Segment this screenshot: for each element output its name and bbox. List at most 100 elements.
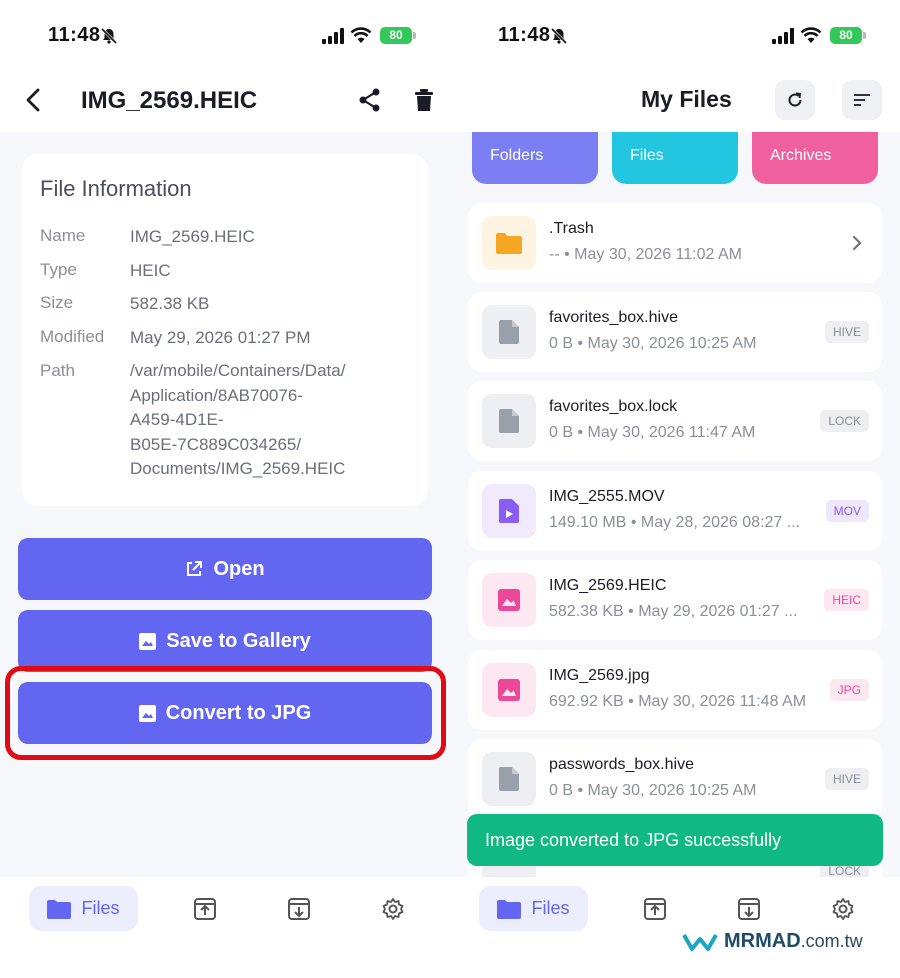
bell-muted-icon bbox=[100, 27, 118, 45]
info-value-name: IMG_2569.HEIC bbox=[130, 227, 255, 246]
folder-icon bbox=[496, 233, 522, 254]
battery-indicator: 80 bbox=[830, 27, 862, 44]
archive-download-icon[interactable] bbox=[737, 897, 761, 921]
file-name: IMG_2569.jpg bbox=[549, 667, 650, 684]
settings-gear-icon[interactable] bbox=[381, 897, 405, 921]
nav-files-tab[interactable]: Files bbox=[29, 886, 138, 931]
status-bar: 11:48 80 bbox=[0, 0, 450, 70]
file-type-badge: MOV bbox=[825, 500, 869, 522]
file-name: .Trash bbox=[549, 220, 594, 237]
file-meta: 0 B • May 30, 2026 10:25 AM bbox=[549, 335, 757, 352]
info-label-path: Path bbox=[40, 361, 75, 380]
list-item-jpg-image[interactable]: IMG_2569.jpg 692.92 KB • May 30, 2026 11… bbox=[468, 650, 882, 730]
file-type-badge: HIVE bbox=[824, 321, 869, 343]
video-icon-tile bbox=[482, 484, 536, 538]
info-label-size: Size bbox=[40, 293, 74, 312]
watermark-brand: MRMAD bbox=[724, 930, 801, 952]
nav-files-tab[interactable]: Files bbox=[479, 886, 588, 931]
document-icon bbox=[499, 409, 519, 433]
status-bar: 11:48 80 bbox=[450, 0, 900, 70]
open-button[interactable]: Open bbox=[18, 538, 432, 600]
battery-indicator: 80 bbox=[380, 27, 412, 44]
battery-tip bbox=[413, 32, 416, 39]
file-name: IMG_2569.HEIC bbox=[549, 577, 667, 594]
my-files-screen: ▪ Folders Files Archives 11:48 80 My Fil… bbox=[450, 0, 900, 978]
file-type-badge: HIVE bbox=[824, 768, 869, 790]
image-icon bbox=[139, 632, 157, 650]
document-icon-tile bbox=[482, 305, 536, 359]
cellular-signal-icon bbox=[772, 28, 794, 44]
share-icon[interactable] bbox=[356, 86, 384, 114]
list-item-favorites-lock[interactable]: favorites_box.lock 0 B • May 30, 2026 11… bbox=[468, 381, 882, 461]
document-icon bbox=[499, 767, 519, 791]
card-title: File Information bbox=[40, 176, 192, 201]
settings-gear-icon[interactable] bbox=[831, 897, 855, 921]
file-meta: -- • May 30, 2026 11:02 AM bbox=[549, 246, 742, 263]
file-type-badge: LOCK bbox=[820, 410, 869, 432]
document-icon-tile bbox=[482, 752, 536, 806]
wifi-icon bbox=[800, 27, 822, 43]
open-button-label: Open bbox=[213, 557, 265, 580]
refresh-button[interactable] bbox=[775, 80, 815, 120]
image-icon-tile bbox=[482, 663, 536, 717]
list-item-trash-folder[interactable]: .Trash -- • May 30, 2026 11:02 AM bbox=[468, 203, 882, 283]
folder-icon bbox=[497, 899, 522, 919]
info-label-modified: Modified bbox=[40, 327, 105, 346]
archive-upload-icon[interactable] bbox=[193, 897, 217, 921]
watermark-text: MRMAD.com.tw bbox=[724, 930, 863, 953]
file-name: passwords_box.hive bbox=[549, 756, 694, 773]
file-meta: 149.10 MB • May 28, 2026 08:27 ... bbox=[549, 514, 801, 531]
app-header: My Files bbox=[450, 70, 900, 132]
info-label-type: Type bbox=[40, 260, 77, 279]
info-value-type: HEIC bbox=[130, 261, 171, 280]
archive-download-icon[interactable] bbox=[287, 897, 311, 921]
list-item-heic-image[interactable]: IMG_2569.HEIC 582.38 KB • May 29, 2026 0… bbox=[468, 560, 882, 640]
image-icon-tile bbox=[482, 573, 536, 627]
file-meta: 582.38 KB • May 29, 2026 01:27 ... bbox=[549, 603, 798, 620]
list-item-mov-video[interactable]: IMG_2555.MOV 149.10 MB • May 28, 2026 08… bbox=[468, 471, 882, 551]
external-link-icon bbox=[187, 561, 203, 576]
trash-icon[interactable] bbox=[410, 86, 438, 114]
file-type-badge: HEIC bbox=[824, 589, 869, 611]
sort-button[interactable] bbox=[842, 80, 882, 120]
video-file-icon bbox=[499, 499, 519, 523]
watermark-domain: .com.tw bbox=[800, 931, 863, 951]
image-icon bbox=[498, 589, 520, 611]
bottom-nav: Files bbox=[450, 877, 900, 978]
folder-icon-tile bbox=[482, 216, 536, 270]
folder-icon bbox=[47, 899, 72, 919]
sort-icon bbox=[854, 94, 870, 106]
nav-files-label: Files bbox=[531, 898, 570, 918]
highlight-outline bbox=[5, 666, 446, 760]
archive-upload-icon[interactable] bbox=[643, 897, 667, 921]
save-to-gallery-button[interactable]: Save to Gallery bbox=[18, 610, 432, 672]
file-meta: 692.92 KB • May 30, 2026 11:48 AM bbox=[549, 693, 807, 710]
list-item-passwords-hive[interactable]: passwords_box.hive 0 B • May 30, 2026 10… bbox=[468, 739, 882, 819]
bell-muted-icon bbox=[550, 27, 568, 45]
status-time: 11:48 bbox=[48, 24, 101, 46]
app-header: IMG_2569.HEIC bbox=[0, 70, 450, 132]
nav-files-label: Files bbox=[81, 898, 120, 918]
info-label-name: Name bbox=[40, 226, 86, 245]
save-button-label: Save to Gallery bbox=[166, 629, 311, 652]
status-time: 11:48 bbox=[498, 24, 551, 46]
list-item-favorites-hive[interactable]: favorites_box.hive 0 B • May 30, 2026 10… bbox=[468, 292, 882, 372]
back-arrow-icon[interactable] bbox=[20, 86, 48, 114]
bottom-nav: Files bbox=[0, 877, 450, 978]
wifi-icon bbox=[350, 27, 372, 43]
file-detail-screen: 11:48 80 IMG_2569.HEIC File Information … bbox=[0, 0, 450, 978]
info-value-size: 582.38 KB bbox=[130, 294, 210, 313]
stat-label-archives: Archives bbox=[770, 147, 832, 164]
success-toast: Image converted to JPG successfully bbox=[467, 814, 883, 866]
image-icon bbox=[498, 679, 520, 701]
file-meta: 0 B • May 30, 2026 10:25 AM bbox=[549, 782, 757, 799]
site-watermark: MRMAD.com.tw bbox=[682, 930, 863, 953]
file-information-card: File Information Name IMG_2569.HEIC Type… bbox=[22, 154, 428, 506]
file-meta: 0 B • May 30, 2026 11:47 AM bbox=[549, 424, 756, 441]
page-title: IMG_2569.HEIC bbox=[81, 87, 258, 114]
chevron-right-icon bbox=[852, 235, 862, 251]
info-value-modified: May 29, 2026 01:27 PM bbox=[130, 328, 311, 347]
file-name: favorites_box.hive bbox=[549, 309, 678, 326]
brand-logo-icon bbox=[682, 933, 718, 951]
stat-label-files: Files bbox=[630, 147, 664, 164]
